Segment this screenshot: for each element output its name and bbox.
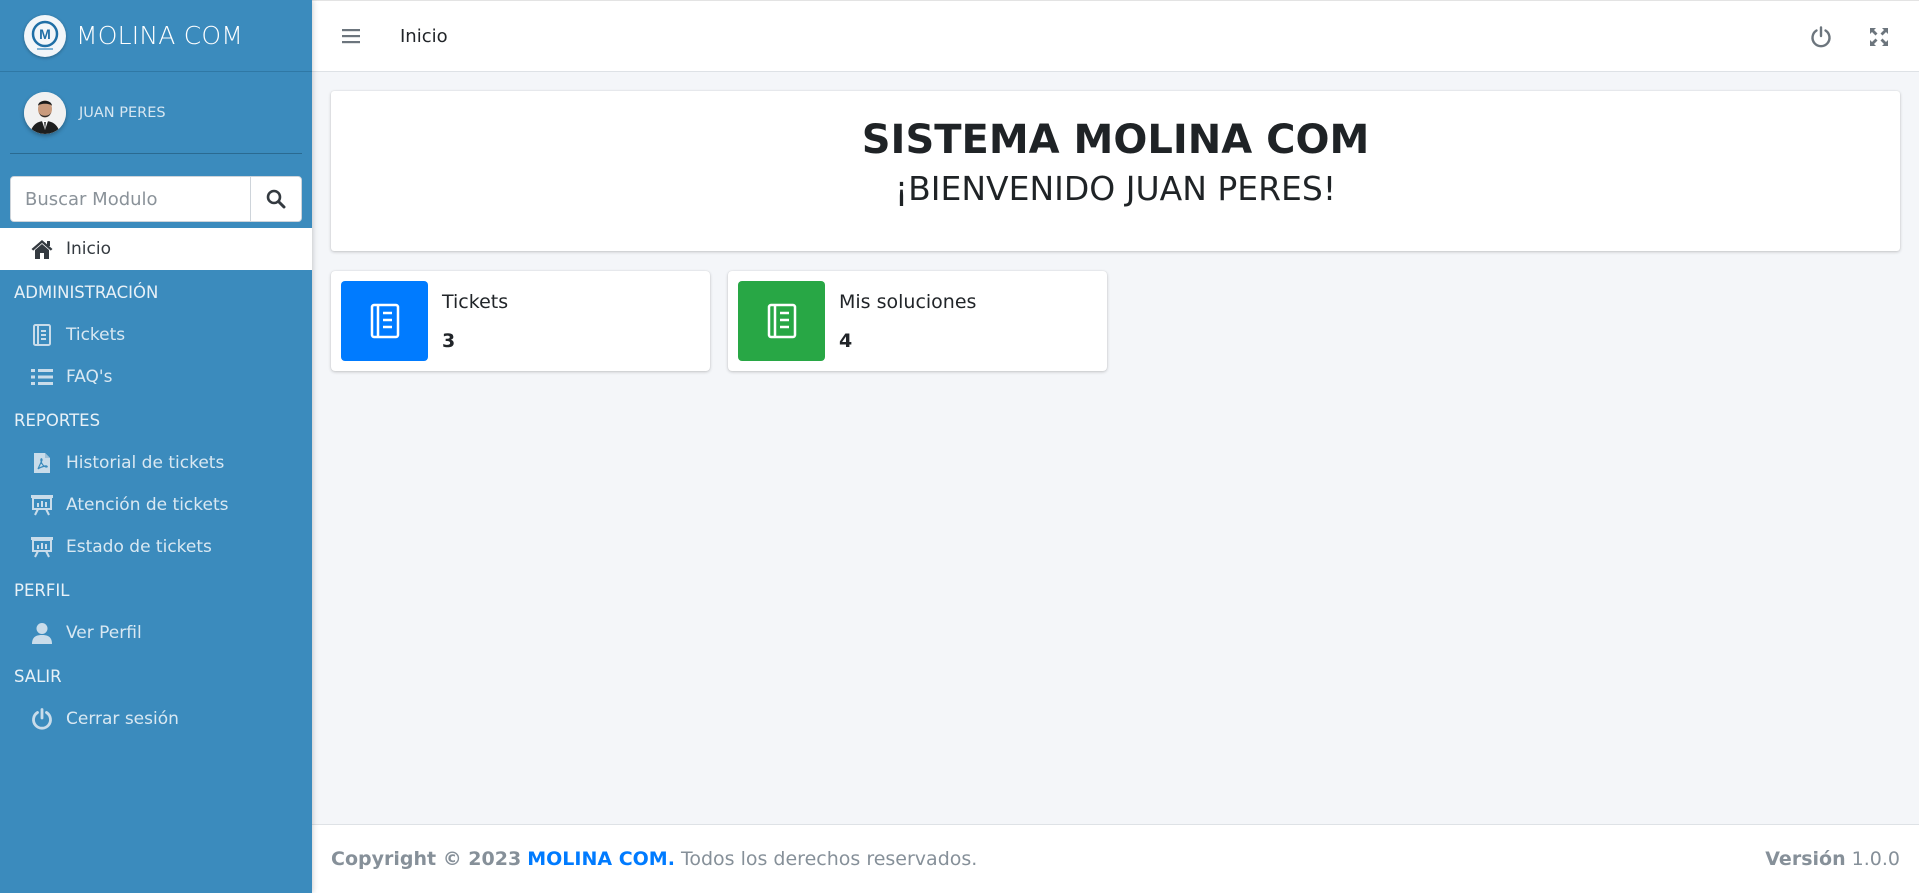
- sidebar-item-faqs[interactable]: FAQ's: [0, 356, 312, 398]
- footer-version-number: 1.0.0: [1851, 848, 1900, 870]
- sidebar-item-inicio[interactable]: Inicio: [0, 228, 312, 270]
- footer-version-label: Versión: [1765, 848, 1846, 870]
- user-panel[interactable]: JUAN PERES: [10, 72, 302, 154]
- nav-header-reportes: REPORTES: [14, 410, 101, 430]
- page-title: SISTEMA MOLINA COM: [861, 117, 1370, 163]
- sidebar-item-label: Inicio: [66, 239, 111, 259]
- sidebar-item-cerrar-sesion[interactable]: Cerrar sesión: [0, 698, 312, 740]
- sidebar-item-label: Tickets: [66, 325, 126, 345]
- welcome-card: SISTEMA MOLINA COM ¡BIENVENIDO JUAN PERE…: [331, 91, 1900, 251]
- book-icon: [738, 281, 825, 361]
- sidebar-item-atencion[interactable]: Atención de tickets: [0, 484, 312, 526]
- nav-header-perfil: PERFIL: [14, 580, 70, 600]
- user-icon: [30, 621, 54, 645]
- list-icon: [30, 365, 54, 389]
- sidebar-item-label: Estado de tickets: [66, 537, 212, 557]
- welcome-message: ¡BIENVENIDO JUAN PERES!: [894, 169, 1337, 208]
- brand-link[interactable]: M MOLINA COM: [0, 0, 312, 72]
- fullscreen-icon[interactable]: [1865, 23, 1893, 51]
- sidebar-item-label: Historial de tickets: [66, 453, 225, 473]
- top-right-controls: [1807, 23, 1893, 51]
- power-icon: [30, 707, 54, 731]
- top-nav-link-inicio[interactable]: Inicio: [400, 26, 448, 47]
- info-box-label: Mis soluciones: [839, 290, 977, 313]
- sidebar-item-label: Cerrar sesión: [66, 709, 179, 729]
- sidebar-nav: Inicio ADMINISTRACIÓN Tickets FAQ's REPO…: [0, 228, 312, 740]
- sidebar-item-label: Atención de tickets: [66, 495, 229, 515]
- power-icon[interactable]: [1807, 23, 1835, 51]
- home-icon: [30, 237, 54, 261]
- sidebar-item-ver-perfil[interactable]: Ver Perfil: [0, 612, 312, 654]
- sidebar-item-label: Ver Perfil: [66, 623, 142, 643]
- user-name[interactable]: JUAN PERES: [79, 105, 166, 121]
- chart-board-icon: [30, 493, 54, 517]
- info-box-mis-soluciones[interactable]: Mis soluciones 4: [728, 271, 1107, 371]
- book-icon: [30, 323, 54, 347]
- info-box-label: Tickets: [442, 290, 509, 313]
- footer-rights: Todos los derechos reservados.: [680, 848, 978, 870]
- svg-text:M: M: [39, 26, 51, 42]
- info-box-number: 4: [839, 329, 853, 352]
- avatar: [24, 91, 66, 134]
- search-button[interactable]: [250, 177, 301, 221]
- info-box-number: 3: [442, 329, 456, 352]
- brand-logo-icon: M: [24, 14, 66, 57]
- footer: Copyright © 2023 MOLINA COM. Todos los d…: [312, 824, 1919, 893]
- footer-copyright: Copyright © 2023: [331, 848, 522, 870]
- sidebar-item-estado[interactable]: Estado de tickets: [0, 526, 312, 568]
- sidebar-item-historial[interactable]: Historial de tickets: [0, 442, 312, 484]
- brand-name: MOLINA COM: [76, 21, 244, 50]
- search-input[interactable]: [11, 177, 250, 221]
- top-navbar: Inicio: [312, 0, 1919, 72]
- sidebar-search: [10, 176, 302, 222]
- chart-board-icon: [30, 535, 54, 559]
- sidebar-item-tickets[interactable]: Tickets: [0, 314, 312, 356]
- search-icon: [266, 189, 286, 209]
- menu-toggle-icon[interactable]: [338, 23, 364, 49]
- file-pdf-icon: [30, 451, 54, 475]
- book-icon: [341, 281, 428, 361]
- sidebar-item-label: FAQ's: [66, 367, 113, 387]
- nav-header-administracion: ADMINISTRACIÓN: [14, 282, 159, 302]
- info-box-tickets[interactable]: Tickets 3: [331, 271, 710, 371]
- sidebar: M MOLINA COM JUAN PERES Buscar Modulo In…: [0, 0, 312, 893]
- footer-brand-link[interactable]: MOLINA COM.: [527, 848, 675, 870]
- nav-header-salir: SALIR: [14, 666, 62, 686]
- footer-version: Versión 1.0.0: [1765, 848, 1900, 870]
